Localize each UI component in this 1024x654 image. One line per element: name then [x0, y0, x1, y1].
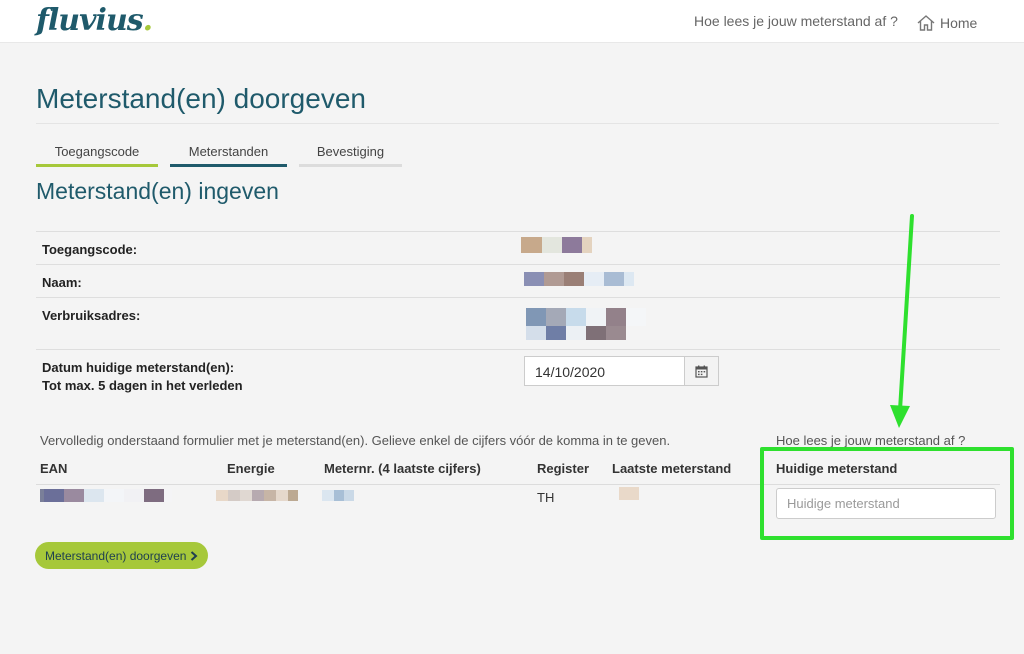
annotation-highlight-box [760, 447, 1014, 540]
annotation-arrow [890, 214, 914, 428]
